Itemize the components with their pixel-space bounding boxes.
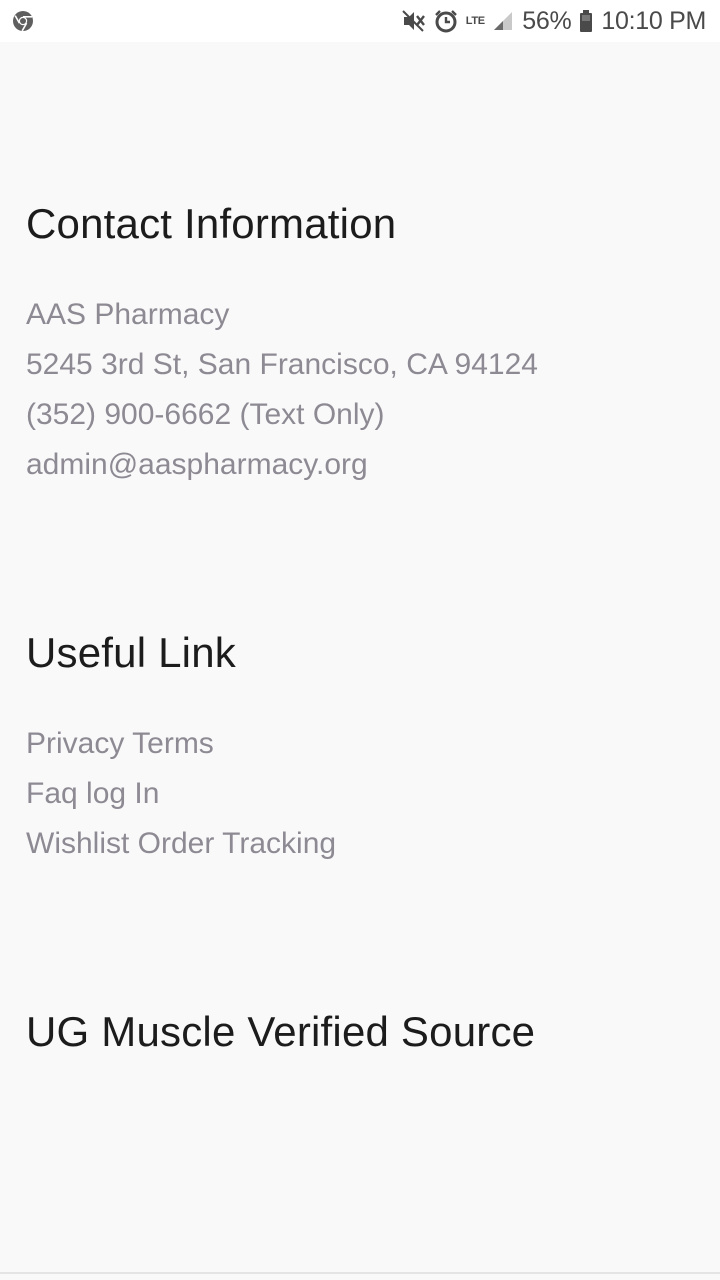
verified-source-heading: UG Muscle Verified Source: [26, 1008, 536, 1055]
battery-icon: [579, 9, 593, 33]
signal-icon: [492, 10, 514, 32]
link-privacy-terms[interactable]: Privacy Terms: [26, 719, 336, 769]
lte-icon: LTE: [465, 15, 485, 27]
status-icons: LTE 56% 10:10 PM: [402, 0, 706, 42]
battery-percent: 56%: [522, 6, 572, 35]
useful-link-heading: Useful Link: [26, 629, 236, 676]
bottom-divider: [0, 1272, 720, 1274]
contact-heading: Contact Information: [26, 200, 397, 247]
footer-page: Contact Information AAS Pharmacy 5245 3r…: [0, 42, 720, 1274]
clock-time: 10:10 PM: [601, 6, 706, 35]
lte-label: LTE: [465, 15, 485, 27]
contact-info-list: AAS Pharmacy 5245 3rd St, San Francisco,…: [26, 290, 538, 490]
useful-links-list: Privacy Terms Faq log In Wishlist Order …: [26, 719, 336, 869]
mute-icon: [402, 10, 426, 32]
contact-email[interactable]: admin@aaspharmacy.org: [26, 440, 538, 490]
link-faq-login[interactable]: Faq log In: [26, 769, 336, 819]
contact-address: 5245 3rd St, San Francisco, CA 94124: [26, 348, 538, 381]
link-wishlist-order-tracking[interactable]: Wishlist Order Tracking: [26, 819, 336, 869]
contact-phone[interactable]: (352) 900-6662 (Text Only): [26, 390, 538, 440]
contact-company: AAS Pharmacy: [26, 298, 230, 331]
status-bar: LTE 56% 10:10 PM: [0, 0, 720, 42]
alarm-icon: [434, 9, 458, 33]
chrome-icon: [12, 10, 34, 32]
